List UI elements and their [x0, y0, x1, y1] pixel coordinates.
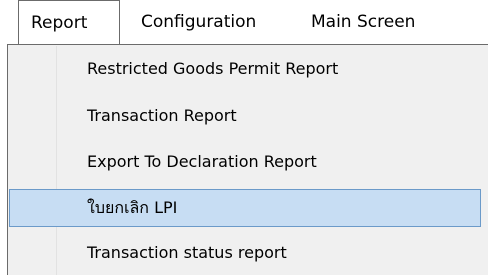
menu-item-transaction-status-report[interactable]: Transaction status report: [9, 234, 488, 272]
menu-item-export-to-declaration-report[interactable]: Export To Declaration Report: [9, 143, 488, 181]
menu-item-transaction-report[interactable]: Transaction Report: [9, 97, 488, 135]
report-dropdown-menu: Restricted Goods Permit Report Transacti…: [7, 44, 488, 275]
menu-bar: Report Configuration Main Screen: [0, 0, 488, 45]
menu-report[interactable]: Report: [18, 0, 120, 45]
menu-main-screen[interactable]: Main Screen: [311, 0, 415, 45]
menu-configuration[interactable]: Configuration: [141, 0, 256, 45]
menu-item-restricted-goods-permit-report[interactable]: Restricted Goods Permit Report: [9, 50, 488, 88]
menu-item-lpi-cancellation[interactable]: ใบยกเลิก LPI: [9, 189, 481, 227]
